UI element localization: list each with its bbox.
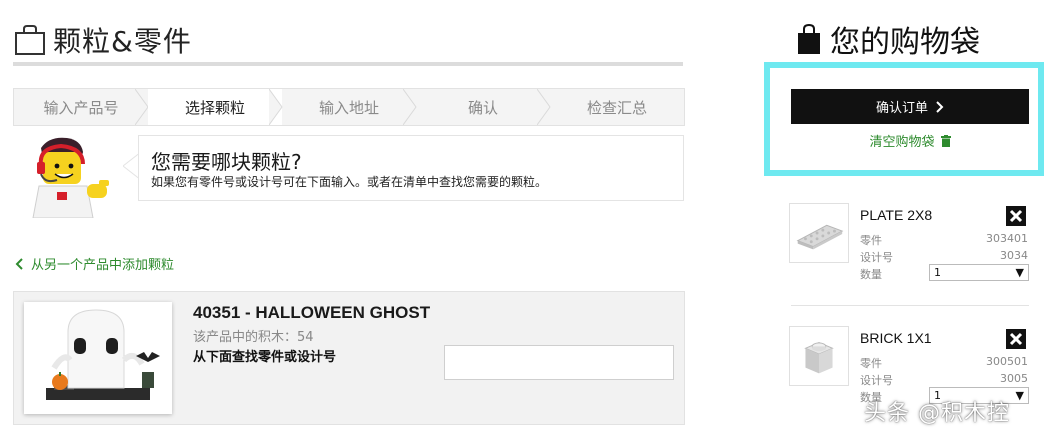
add-link-label: 从另一个产品中添加颗粒 xyxy=(31,258,175,273)
part-search-input[interactable] xyxy=(444,345,674,380)
cart-item: PLATE 2X8 零件 303401 设计号 3034 数量 1 ▼ xyxy=(789,203,1029,313)
part-value: 303401 xyxy=(986,232,1028,245)
confirm-order-label: 确认订单 xyxy=(875,100,928,115)
cart-divider xyxy=(791,305,1029,306)
bag-title-text: 您的购物袋 xyxy=(830,25,980,60)
halloween-ghost-set-image xyxy=(24,302,172,414)
chevron-left-icon xyxy=(15,257,23,270)
step-separator-icon xyxy=(135,89,149,125)
design-label: 设计号 xyxy=(860,374,893,387)
shopping-bag-title: 您的购物袋 xyxy=(796,18,980,60)
step-label: 确认 xyxy=(467,98,498,117)
design-value: 3034 xyxy=(1000,249,1028,262)
cart-item-design-row: 设计号 3005 xyxy=(860,372,1028,388)
step-select-bricks[interactable]: 选择颗粒 xyxy=(148,89,283,125)
clear-bag-label: 清空购物袋 xyxy=(869,135,935,150)
title-divider xyxy=(13,62,683,66)
speech-bubble: 您需要哪块颗粒? 如果您有零件号或设计号可在下面输入。或者在清单中查找您需要的颗… xyxy=(138,135,684,201)
step-label: 选择颗粒 xyxy=(184,98,245,117)
step-review-summary[interactable]: 检查汇总 xyxy=(550,89,684,125)
add-from-another-product-link[interactable]: 从另一个产品中添加颗粒 xyxy=(15,254,174,273)
quantity-value: 1 xyxy=(934,266,941,279)
part-label: 零件 xyxy=(860,357,882,370)
shopping-bag-outline-icon xyxy=(15,25,45,55)
trash-icon xyxy=(940,134,951,147)
qty-label: 数量 xyxy=(860,268,882,281)
step-enter-product[interactable]: 输入产品号 xyxy=(14,89,149,125)
cart-item-name: PLATE 2X8 xyxy=(860,207,933,223)
design-label: 设计号 xyxy=(860,251,893,264)
confirm-order-button[interactable]: 确认订单 xyxy=(791,89,1029,124)
helper-text: 如果您有零件号或设计号可在下面输入。或者在清单中查找您需要的颗粒。 xyxy=(151,175,548,189)
helper-heading: 您需要哪块颗粒? xyxy=(151,150,302,174)
part-search-label: 从下面查找零件或设计号 xyxy=(193,350,337,365)
dropdown-arrow-icon: ▼ xyxy=(1015,389,1024,402)
page-title-text: 颗粒&零件 xyxy=(53,25,192,58)
remove-item-icon[interactable] xyxy=(1006,206,1026,226)
step-label: 输入产品号 xyxy=(43,98,119,117)
design-value: 3005 xyxy=(1000,372,1028,385)
part-value: 300501 xyxy=(986,355,1028,368)
part-label: 零件 xyxy=(860,234,882,247)
dropdown-arrow-icon: ▼ xyxy=(1015,266,1024,279)
cart-item-part-row: 零件 303401 xyxy=(860,232,1028,248)
page-title: 颗粒&零件 xyxy=(13,20,192,60)
cart-item-design-row: 设计号 3034 xyxy=(860,249,1028,265)
watermark: 头条 @积木控 xyxy=(864,401,1010,426)
cart-item-qty-row: 数量 xyxy=(860,266,920,282)
step-label: 输入地址 xyxy=(318,98,379,117)
product-card: 40351 - HALLOWEEN GHOST 该产品中的积木：54 从下面查找… xyxy=(13,291,685,425)
step-separator-icon xyxy=(537,89,551,125)
step-confirm[interactable]: 确认 xyxy=(416,89,551,125)
clear-bag-link[interactable]: 清空购物袋 xyxy=(791,131,1029,150)
brick-1x1-thumbnail xyxy=(789,326,849,386)
chevron-right-icon xyxy=(936,100,944,113)
checkout-steps: 输入产品号 选择颗粒 输入地址 确认 检查汇总 xyxy=(13,88,685,126)
cart-item-part-row: 零件 300501 xyxy=(860,355,1028,371)
plate-2x8-thumbnail xyxy=(789,203,849,263)
shopping-bag-icon xyxy=(798,23,820,54)
remove-item-icon[interactable] xyxy=(1006,329,1026,349)
minifigure-helper-icon xyxy=(32,137,109,218)
product-brick-count: 该产品中的积木：54 xyxy=(193,330,314,345)
step-label: 检查汇总 xyxy=(586,98,647,117)
helper-section: 您需要哪块颗粒? 如果您有零件号或设计号可在下面输入。或者在清单中查找您需要的颗… xyxy=(13,134,685,218)
product-name: 40351 - HALLOWEEN GHOST xyxy=(193,303,431,322)
step-enter-address[interactable]: 输入地址 xyxy=(282,89,417,125)
quantity-select[interactable]: 1 ▼ xyxy=(929,264,1029,281)
cart-item-name: BRICK 1X1 xyxy=(860,330,932,346)
step-separator-icon xyxy=(269,89,283,125)
step-separator-icon xyxy=(403,89,417,125)
